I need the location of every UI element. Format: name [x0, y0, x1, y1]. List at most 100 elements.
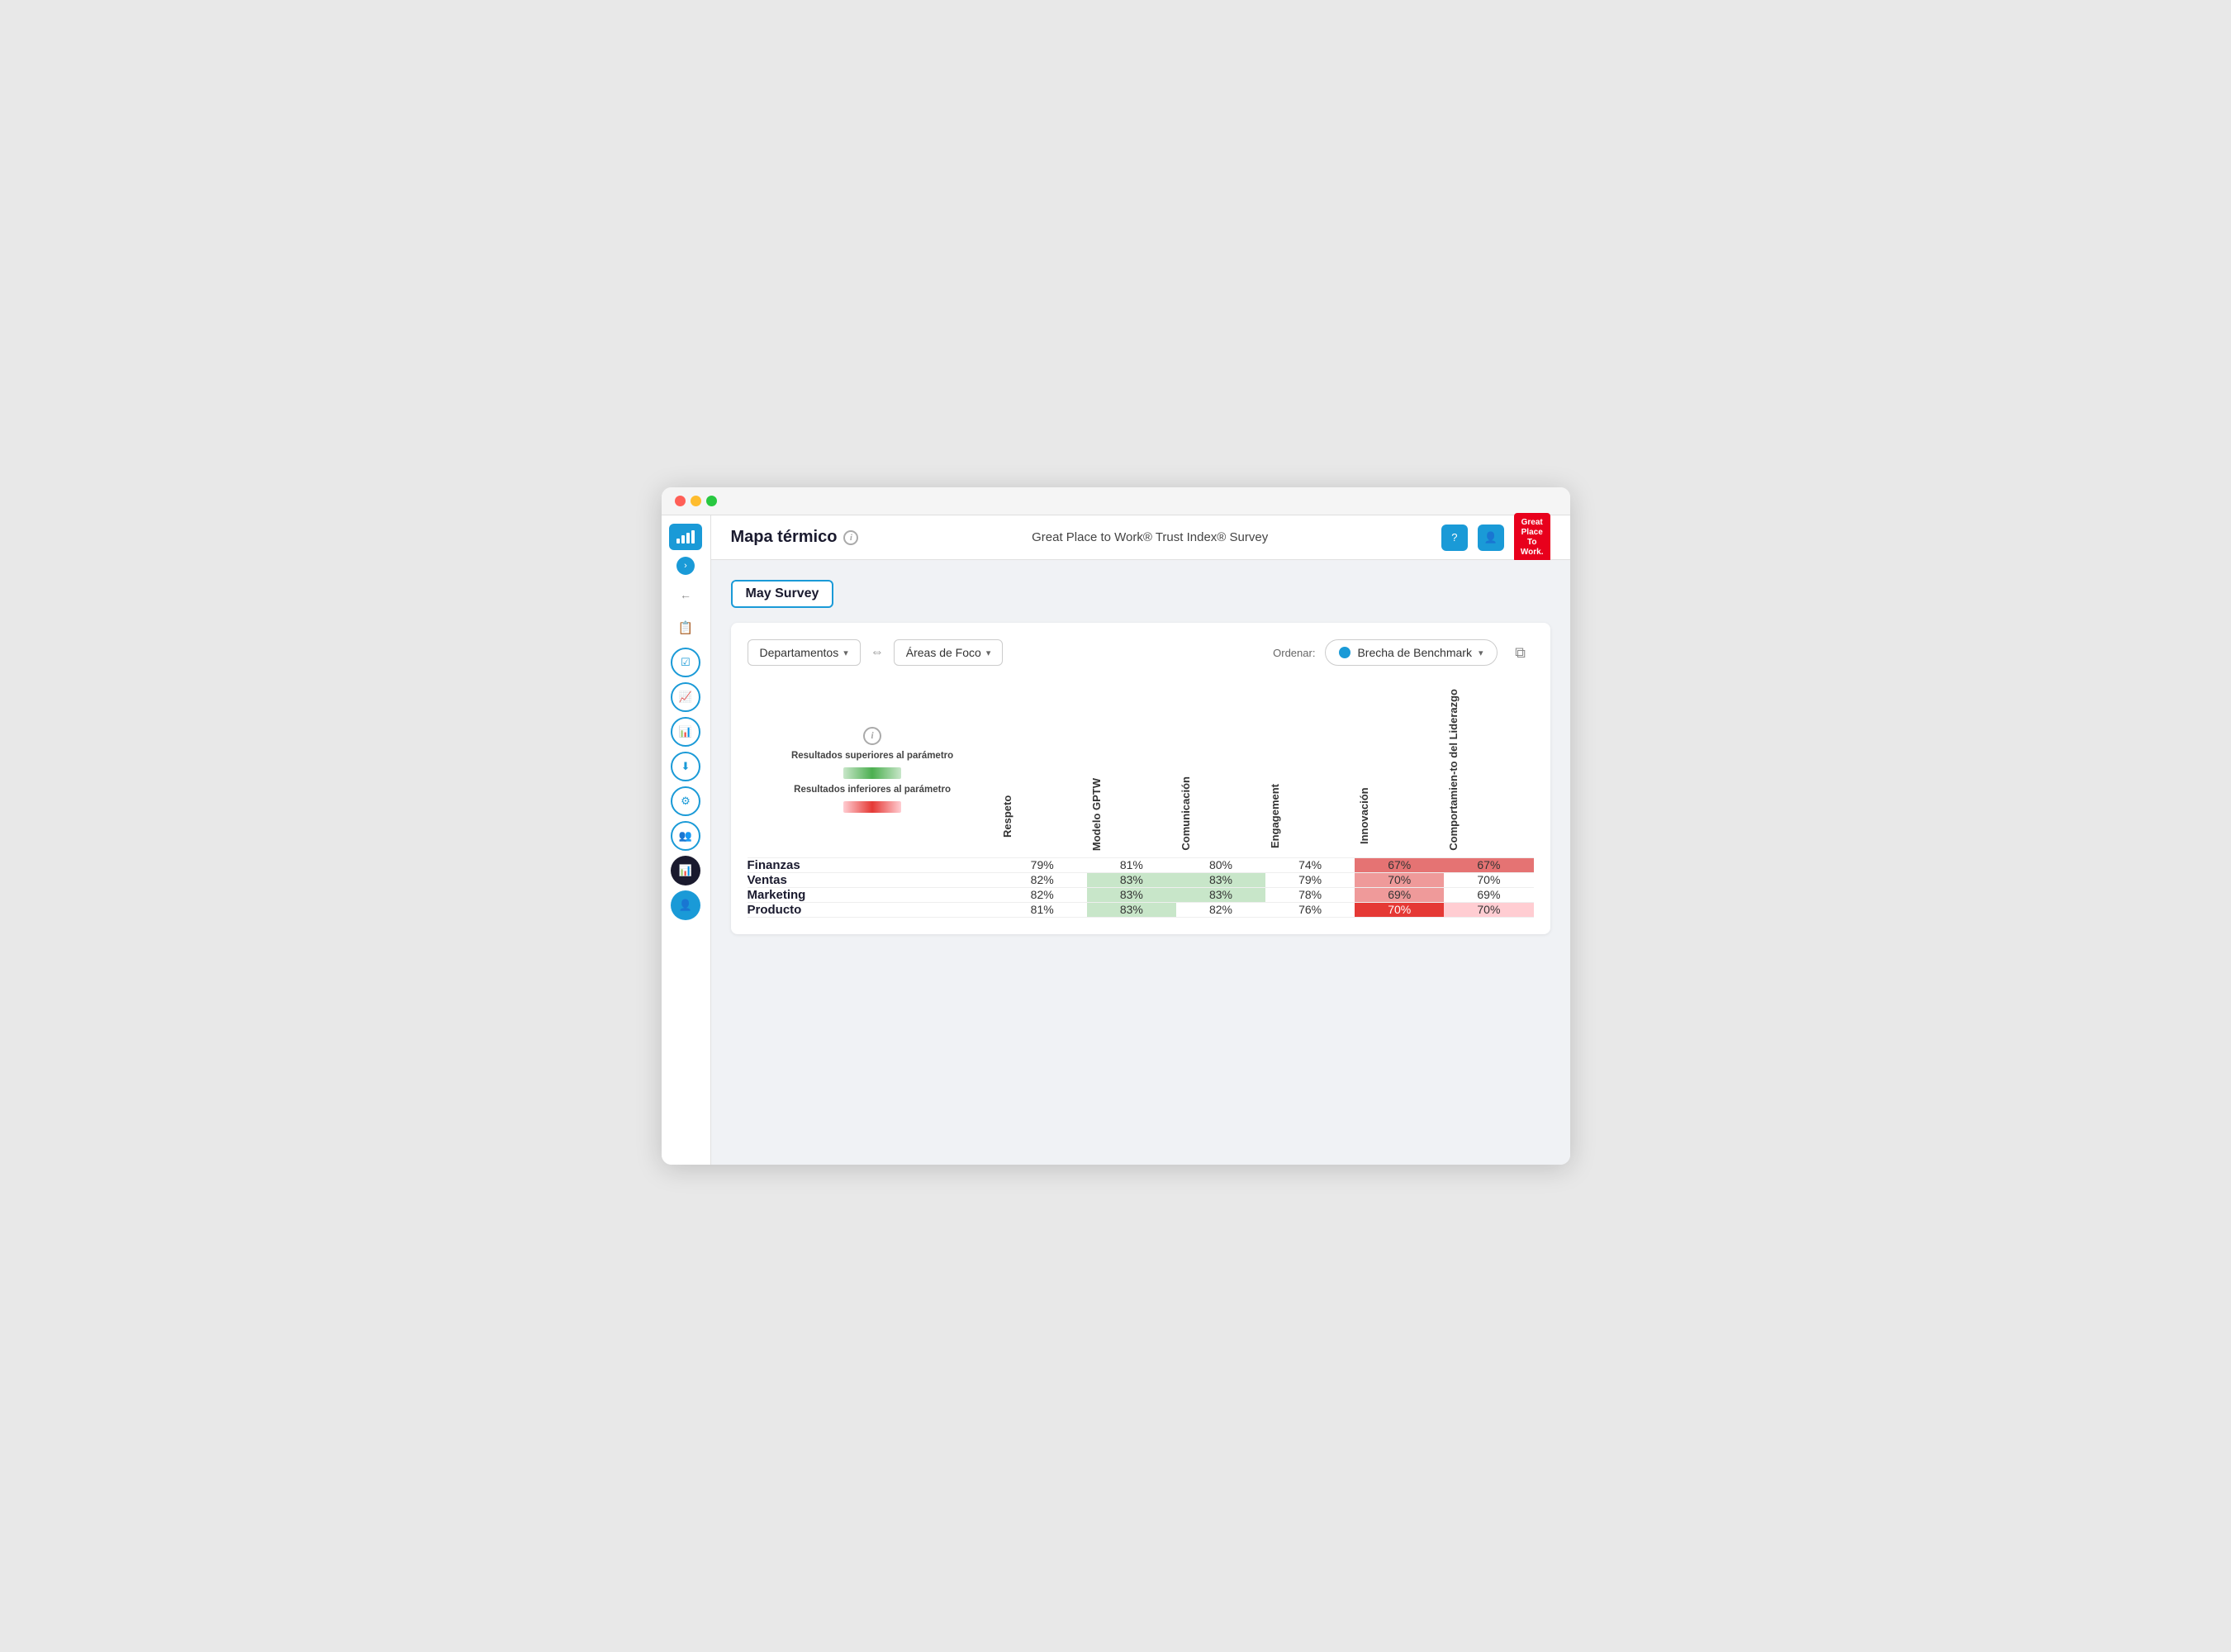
cell-2-5: 69% — [1444, 887, 1533, 902]
user-button[interactable]: 👤 — [1478, 525, 1504, 551]
col-header-engagement-text: Engagement — [1265, 775, 1284, 857]
col-header-modelo-text: Modelo GPTW — [1087, 771, 1106, 857]
cell-0-0: 79% — [998, 857, 1087, 872]
sidebar-icon-download[interactable]: ⬇ — [671, 752, 700, 781]
col-header-comunicacion-text: Comunicación — [1176, 770, 1195, 857]
legend-info-icon: i — [863, 727, 881, 745]
top-nav-actions: ? 👤 GreatPlaceToWork. — [1441, 513, 1550, 563]
legend-bar-red — [843, 801, 901, 813]
table-row: Ventas82%83%83%79%70%70% — [748, 872, 1534, 887]
back-button[interactable]: ← — [671, 583, 700, 606]
filter-options-button[interactable]: ⧉ — [1507, 639, 1534, 666]
cell-2-1: 83% — [1087, 887, 1176, 902]
help-icon: ? — [1451, 531, 1457, 544]
legend-above-text: Resultados superiores al parámetro — [791, 750, 953, 762]
app-window: › ← 📋 ☑ 📈 📊 ⬇ ⚙ 👥 📊 👤 Mapa térmico i Gre… — [662, 487, 1570, 1165]
survey-selector[interactable]: May Survey — [731, 580, 1550, 608]
sidebar-icon-chart[interactable]: 📈 — [671, 682, 700, 712]
minimize-button[interactable] — [691, 496, 701, 506]
focus-areas-chevron: ▾ — [986, 648, 991, 658]
sidebar: › ← 📋 ☑ 📈 📊 ⬇ ⚙ 👥 📊 👤 — [662, 515, 711, 1165]
app-body: › ← 📋 ☑ 📈 📊 ⬇ ⚙ 👥 📊 👤 Mapa térmico i Gre… — [662, 515, 1570, 1165]
sidebar-icon-users[interactable]: 👥 — [671, 821, 700, 851]
heatmap-card: Departamentos ▾ ⇔ Áreas de Foco ▾ Ordena… — [731, 623, 1550, 934]
sidebar-icon-check[interactable]: ☑ — [671, 648, 700, 677]
top-nav: Mapa térmico i Great Place to Work® Trus… — [711, 515, 1570, 560]
legend-bar-green — [843, 767, 901, 779]
cell-1-0: 82% — [998, 872, 1087, 887]
cell-0-2: 80% — [1176, 857, 1265, 872]
row-label-0: Finanzas — [748, 857, 998, 872]
cell-0-3: 74% — [1265, 857, 1355, 872]
col-header-comportamiento: Comportamien-to del Liderazgo — [1444, 682, 1533, 857]
heatmap-body: Finanzas79%81%80%74%67%67%Ventas82%83%83… — [748, 857, 1534, 917]
heatmap-table: i Resultados superiores al parámetro Res… — [748, 682, 1534, 918]
col-header-innovacion: Innovación — [1355, 682, 1444, 857]
swap-icon[interactable]: ⇔ — [871, 645, 884, 660]
sidebar-icon-settings[interactable]: ⚙ — [671, 786, 700, 816]
main-content: May Survey Departamentos ▾ ⇔ Áreas de Fo… — [711, 560, 1570, 1165]
row-label-1: Ventas — [748, 872, 998, 887]
col-header-respeto-text: Respeto — [998, 775, 1017, 857]
cell-2-4: 69% — [1355, 887, 1444, 902]
help-button[interactable]: ? — [1441, 525, 1468, 551]
benchmark-label: Brecha de Benchmark — [1357, 646, 1472, 659]
col-header-comunicacion: Comunicación — [1176, 682, 1265, 857]
sidebar-icon-data[interactable]: 📊 — [671, 717, 700, 747]
page-title-text: Mapa térmico — [731, 528, 838, 547]
col-header-modelo: Modelo GPTW — [1087, 682, 1176, 857]
cell-3-2: 82% — [1176, 902, 1265, 917]
col-header-comportamiento-text: Comportamien-to del Liderazgo — [1444, 682, 1463, 857]
departments-label: Departamentos — [760, 646, 839, 659]
legend-cell: i Resultados superiores al parámetro Res… — [748, 682, 998, 857]
cell-3-3: 76% — [1265, 902, 1355, 917]
cell-0-4: 67% — [1355, 857, 1444, 872]
user-icon: 👤 — [1484, 531, 1498, 544]
survey-name: Great Place to Work® Trust Index® Survey — [871, 530, 1427, 544]
table-header-row: i Resultados superiores al parámetro Res… — [748, 682, 1534, 857]
cell-1-3: 79% — [1265, 872, 1355, 887]
table-row: Marketing82%83%83%78%69%69% — [748, 887, 1534, 902]
cell-3-1: 83% — [1087, 902, 1176, 917]
page-title: Mapa térmico i — [731, 528, 859, 547]
cell-3-0: 81% — [998, 902, 1087, 917]
departments-filter[interactable]: Departamentos ▾ — [748, 639, 861, 666]
sidebar-logo — [669, 524, 702, 550]
cell-3-4: 70% — [1355, 902, 1444, 917]
title-bar — [662, 487, 1570, 515]
table-row: Producto81%83%82%76%70%70% — [748, 902, 1534, 917]
cell-0-1: 81% — [1087, 857, 1176, 872]
survey-tag-label: May Survey — [746, 586, 819, 601]
sidebar-icon-profile[interactable]: 👤 — [671, 890, 700, 920]
cell-1-4: 70% — [1355, 872, 1444, 887]
close-button[interactable] — [675, 496, 686, 506]
legend-below-text: Resultados inferiores al parámetro — [794, 784, 951, 796]
table-row: Finanzas79%81%80%74%67%67% — [748, 857, 1534, 872]
benchmark-filter[interactable]: Brecha de Benchmark ▾ — [1325, 639, 1497, 666]
sidebar-icon-list[interactable]: 📋 — [671, 613, 700, 643]
col-header-engagement: Engagement — [1265, 682, 1355, 857]
cell-3-5: 70% — [1444, 902, 1533, 917]
cell-0-5: 67% — [1444, 857, 1533, 872]
traffic-lights — [675, 496, 717, 506]
filter-row: Departamentos ▾ ⇔ Áreas de Foco ▾ Ordena… — [748, 639, 1534, 666]
order-label: Ordenar: — [1273, 647, 1315, 659]
cell-1-5: 70% — [1444, 872, 1533, 887]
legend-content: i Resultados superiores al parámetro Res… — [748, 727, 998, 813]
maximize-button[interactable] — [706, 496, 717, 506]
title-info-icon[interactable]: i — [843, 530, 858, 545]
focus-areas-filter[interactable]: Áreas de Foco ▾ — [894, 639, 1004, 666]
sidebar-expand-button[interactable]: › — [676, 557, 695, 575]
gptw-logo: GreatPlaceToWork. — [1514, 513, 1550, 563]
departments-chevron: ▾ — [843, 648, 848, 658]
row-label-3: Producto — [748, 902, 998, 917]
survey-tag[interactable]: May Survey — [731, 580, 834, 608]
sidebar-icon-heatmap[interactable]: 📊 — [671, 856, 700, 885]
cell-2-3: 78% — [1265, 887, 1355, 902]
benchmark-chevron: ▾ — [1479, 648, 1483, 658]
benchmark-dot — [1339, 647, 1350, 658]
filter-options-icon: ⧉ — [1515, 644, 1526, 662]
col-header-innovacion-text: Innovación — [1355, 775, 1374, 857]
cell-2-2: 83% — [1176, 887, 1265, 902]
cell-2-0: 82% — [998, 887, 1087, 902]
